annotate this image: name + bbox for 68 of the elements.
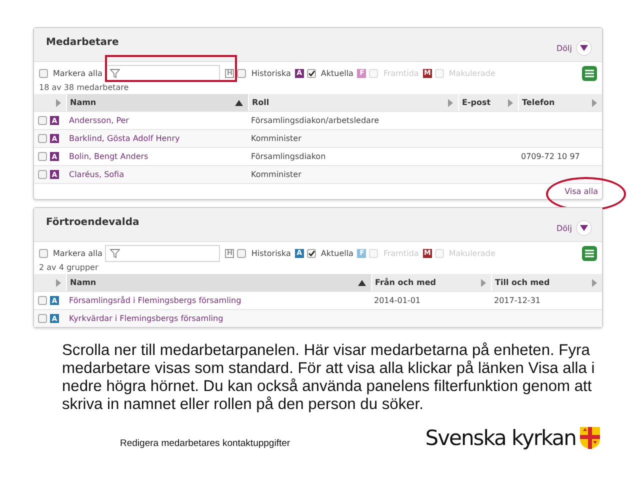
filter-icon [110, 248, 120, 258]
table-cell: Komminister [251, 170, 302, 179]
filter-label: Historiska [251, 68, 291, 78]
name-link[interactable]: Claréus, Sofia [69, 170, 124, 179]
filter-field[interactable] [105, 244, 220, 262]
row-checkbox[interactable] [38, 152, 46, 161]
select-all-checkbox[interactable] [39, 68, 48, 78]
select-all-checkbox[interactable] [39, 248, 48, 258]
column-header[interactable]: Roll [248, 94, 458, 111]
caret-icon[interactable] [580, 225, 588, 231]
column-header[interactable]: Namn [66, 94, 248, 111]
checkbox[interactable] [237, 68, 246, 78]
column-header[interactable]: Namn [66, 274, 371, 291]
name-link[interactable]: Andersson, Per [69, 116, 129, 125]
panel-title: Förtroendevalda [46, 216, 140, 230]
caret-icon[interactable] [580, 45, 588, 51]
name-link[interactable]: Barklind, Gösta Adolf Henry [69, 134, 180, 143]
table-cell: Församlingsdiakon/arbetsledare [251, 116, 379, 125]
column-header[interactable]: Till och med [491, 274, 602, 291]
panel-title: Medarbetare [46, 36, 119, 50]
checkbox[interactable] [306, 68, 316, 78]
column-header[interactable]: E-post [458, 94, 518, 111]
column-menu-icon[interactable] [508, 98, 513, 106]
row-checkbox[interactable] [38, 296, 46, 305]
logo-text: Svenska kyrkan [425, 426, 576, 450]
instruction-text: Scrolla ner till medarbetarpanelen. Här visar medarbetarna på enheten. Fyra medarbetare visas som standard. För att visa alla klickar på länken Visa alla i nedre högra hörnet. Du kan också använda panelens filterfunktion genom att skriva in namnet eller rollen på den person du söker. [62, 342, 596, 414]
sort-icon[interactable] [235, 100, 243, 106]
menu-button[interactable] [582, 246, 597, 260]
checkbox[interactable] [237, 248, 246, 258]
filter-label: Historiska [251, 248, 291, 258]
show-all-link[interactable]: Visa alla [564, 187, 598, 196]
table-cell: Församlingsdiakon [251, 152, 326, 161]
checkbox[interactable] [306, 248, 316, 258]
column-menu-icon[interactable] [481, 278, 486, 286]
menu-icon [585, 248, 594, 258]
row-checkbox[interactable] [38, 170, 46, 179]
column-menu-icon[interactable] [592, 98, 597, 106]
result-count: 18 av 38 medarbetare [39, 83, 130, 94]
name-link[interactable]: Bolin, Bengt Anders [69, 152, 148, 161]
name-link[interactable]: Församlingsråd i Flemingsbergs församling [69, 296, 242, 305]
filter-label: Aktuella [320, 68, 354, 78]
column-header[interactable]: Telefon [518, 94, 602, 111]
name-link[interactable]: Kyrkvärdar i Flemingsbergs församling [69, 314, 224, 323]
hide-button[interactable]: Dölj [556, 220, 592, 236]
table-cell: 2017-12-31 [494, 296, 540, 305]
filter-icon [110, 68, 120, 78]
row-checkbox[interactable] [38, 134, 46, 143]
column-menu-icon[interactable] [592, 278, 597, 286]
row-checkbox[interactable] [38, 116, 46, 125]
select-all-label: Markera alla [53, 248, 102, 258]
select-all-label: Markera alla [53, 68, 102, 78]
table-cell: Komminister [251, 134, 302, 143]
table-cell: 2014-01-01 [374, 296, 420, 305]
table-cell: 0709-72 10 97 [521, 152, 580, 161]
menu-icon [585, 68, 594, 78]
expand-icon[interactable] [56, 98, 60, 106]
hide-button[interactable]: Dölj [556, 40, 592, 56]
expand-icon[interactable] [56, 278, 60, 286]
filter-label: Aktuella [320, 248, 354, 258]
menu-button[interactable] [582, 66, 597, 80]
column-header[interactable]: Från och med [371, 274, 491, 291]
shield-icon [580, 427, 600, 449]
slide-footer: Redigera medarbetares kontaktuppgifter [120, 438, 290, 448]
filter-field[interactable] [105, 64, 220, 82]
sort-icon[interactable] [358, 280, 366, 286]
column-menu-icon[interactable] [448, 98, 453, 106]
result-count: 2 av 4 grupper [39, 263, 100, 274]
row-checkbox[interactable] [38, 314, 46, 323]
